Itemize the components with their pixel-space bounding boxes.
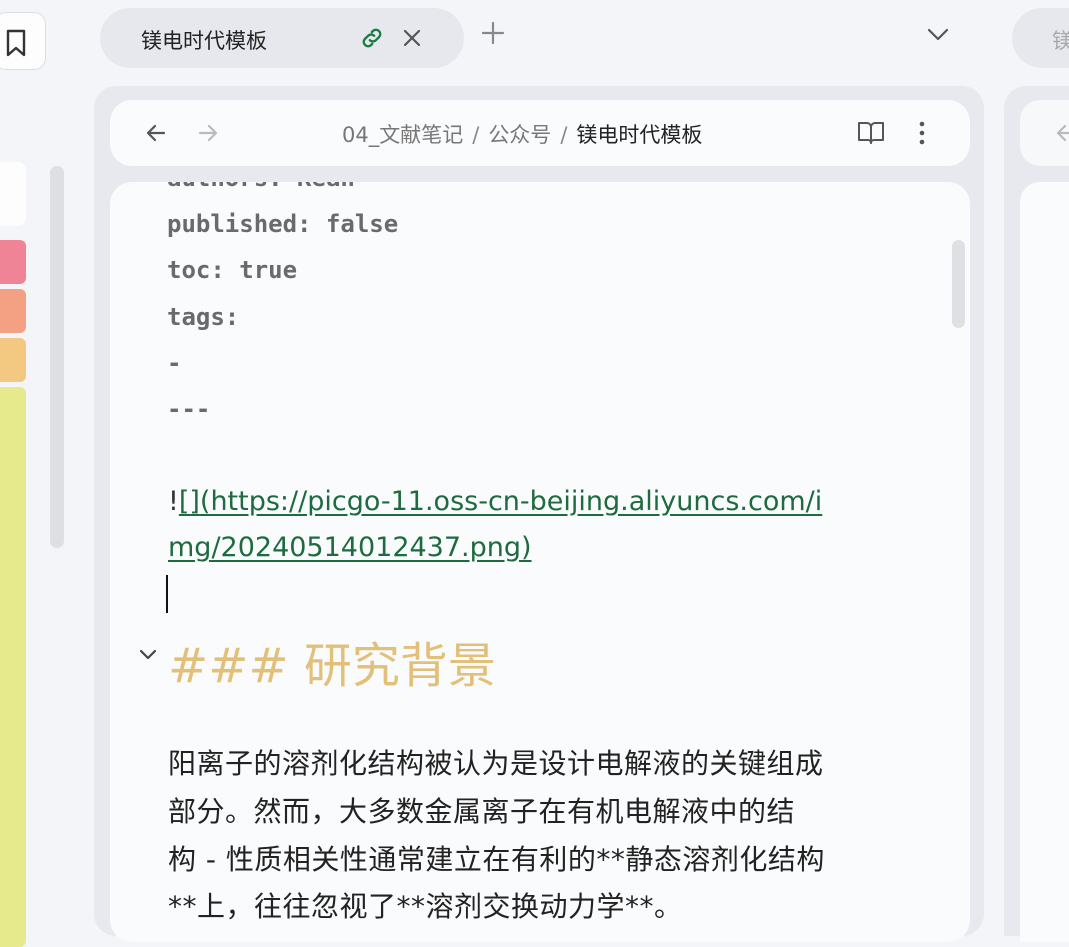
tab-title: 镁电时代模板 — [141, 29, 267, 53]
secondary-pane-doc — [1020, 182, 1069, 942]
breadcrumb-item-folder[interactable]: 04_文献笔记 — [342, 123, 463, 147]
frontmatter-toc: toc: true — [167, 256, 298, 284]
bookmark-button[interactable] — [0, 12, 46, 70]
paragraph-line-1: 阳离子的溶剂化结构被认为是设计电解液的关键组成 — [168, 747, 824, 780]
editor-scrollbar[interactable] — [952, 240, 965, 328]
frontmatter-divider: --- — [167, 395, 211, 423]
sidebar-card — [0, 162, 26, 226]
back-arrow-icon[interactable] — [144, 121, 168, 145]
active-tab[interactable]: 镁电时代模板 — [100, 8, 464, 68]
paragraph-line-3: 构 - 性质相关性通常建立在有利的**静态溶剂化结构 — [168, 843, 825, 876]
back-arrow-icon[interactable] — [1054, 121, 1069, 145]
image-link-line-2: mg/20240514012437.png) — [168, 532, 532, 563]
color-swatch-pink[interactable] — [0, 240, 26, 284]
section-heading: ### 研究背景 — [168, 638, 496, 694]
second-tab-title: 镁 — [1052, 29, 1069, 53]
navigation-bar: 04_文献笔记 / 公众号 / 镁电时代模板 — [110, 100, 970, 166]
color-swatch-orange[interactable] — [0, 338, 26, 382]
fold-chevron-icon[interactable] — [139, 648, 157, 662]
reading-view-icon[interactable] — [857, 119, 885, 145]
image-link-url[interactable]: (https://picgo-11.oss-cn-beijing.aliyunc… — [200, 486, 822, 517]
secondary-pane-nav — [1020, 100, 1069, 166]
second-tab[interactable]: 镁 — [1012, 8, 1069, 68]
forward-arrow-icon[interactable] — [196, 121, 220, 145]
image-link-bang: ! — [168, 486, 179, 517]
more-options-icon[interactable] — [916, 120, 928, 146]
frontmatter-published: published: false — [167, 210, 399, 238]
color-swatch-yellow[interactable] — [0, 387, 26, 947]
paragraph-line-4: **上，往往忽视了**溶剂交换动力学**。 — [168, 890, 683, 923]
chevron-down-icon[interactable] — [926, 24, 950, 44]
frontmatter-tags: tags: — [167, 303, 240, 331]
bookmark-icon — [6, 29, 26, 57]
frontmatter-tag-item: - — [167, 349, 182, 377]
image-link-url-continued[interactable]: mg/20240514012437.png) — [168, 532, 532, 563]
image-link-line: ![](https://picgo-11.oss-cn-beijing.aliy… — [168, 486, 822, 517]
close-icon[interactable] — [400, 26, 424, 50]
paragraph-line-2: 部分。然而，大多数金属离子在有机电解液中的结 — [168, 795, 796, 828]
breadcrumb-item-current[interactable]: 镁电时代模板 — [576, 123, 702, 147]
breadcrumb-separator: / — [472, 123, 480, 147]
image-link-bracket[interactable]: [] — [179, 486, 200, 517]
breadcrumb: 04_文献笔记 / 公众号 / 镁电时代模板 — [342, 119, 702, 149]
text-cursor — [166, 575, 168, 613]
new-tab-icon[interactable] — [480, 20, 506, 46]
color-swatch-salmon[interactable] — [0, 289, 26, 333]
sidebar-scrollbar[interactable] — [50, 166, 64, 548]
breadcrumb-item-subfolder[interactable]: 公众号 — [488, 123, 551, 147]
link-icon[interactable] — [359, 25, 385, 51]
breadcrumb-separator: / — [560, 123, 568, 147]
